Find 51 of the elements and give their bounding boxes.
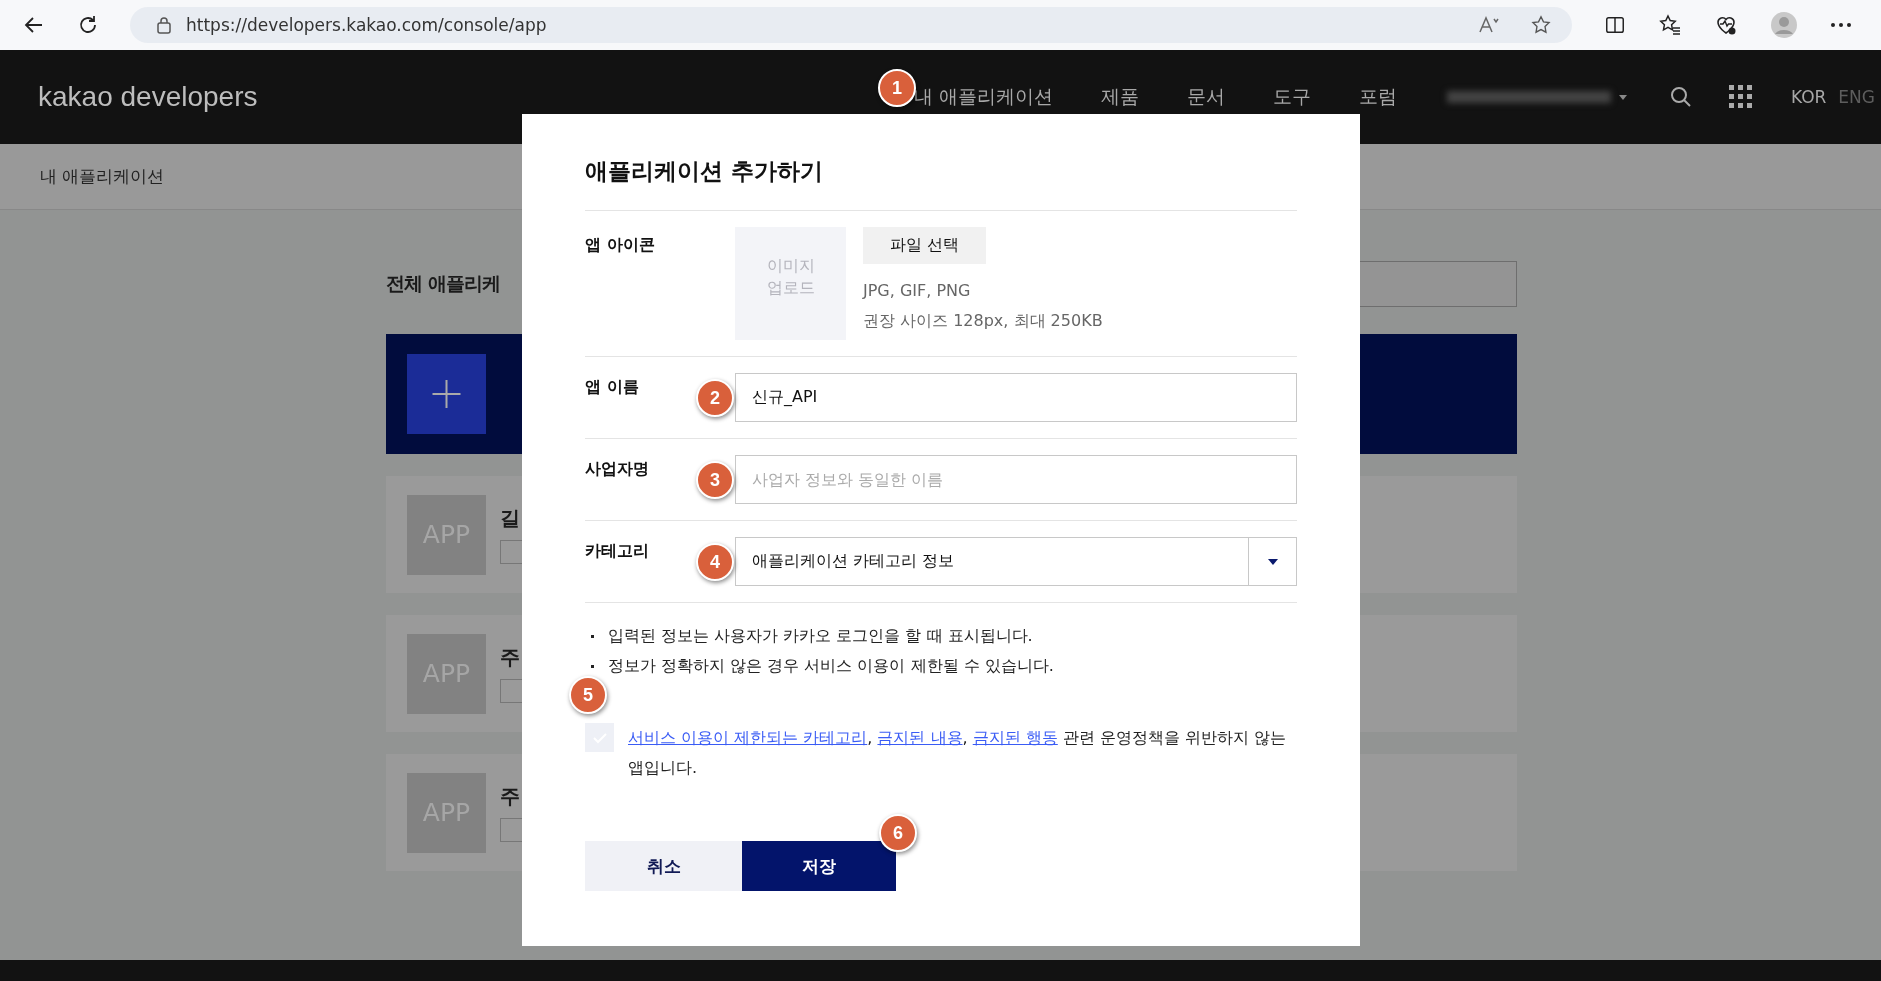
plus-icon — [407, 354, 486, 434]
field-label: 앱 아이콘 — [585, 234, 656, 256]
nav-link[interactable]: 도구 — [1272, 85, 1311, 107]
policy-link[interactable]: 금지된 행동 — [972, 728, 1058, 747]
address-bar[interactable]: https://developers.kakao.com/console/app — [130, 7, 1572, 43]
dialog-title: 애플리케이션 추가하기 — [585, 114, 1297, 211]
app-name: 주 — [500, 644, 521, 671]
input-field[interactable]: 사업자 정보와 동일한 이름 — [735, 455, 1297, 504]
cancel-button[interactable]: 취소 — [585, 841, 742, 891]
step-marker: 5 — [569, 676, 607, 714]
step-marker: 6 — [879, 814, 917, 852]
notice-text: 정보가 정확하지 않은 경우 서비스 이용이 제한될 수 있습니다. — [608, 655, 1054, 677]
favorites-icon[interactable] — [1658, 13, 1682, 37]
app-name: 길 — [500, 505, 521, 532]
caret-icon[interactable] — [1618, 94, 1627, 100]
file-hint: JPG, GIF, PNG — [863, 280, 972, 302]
field-label: 카테고리 — [585, 541, 649, 560]
star-icon[interactable] — [1530, 14, 1552, 36]
policy-link[interactable]: 금지된 내용 — [877, 728, 963, 747]
profile-avatar-icon[interactable] — [1770, 11, 1798, 39]
nav-link[interactable]: 포럼 — [1358, 85, 1397, 107]
app-name: 주 — [500, 783, 521, 810]
search-icon[interactable] — [1668, 85, 1693, 109]
policy-link[interactable]: 서비스 이용이 제한되는 카테고리 — [628, 728, 868, 747]
nav-link[interactable]: 문서 — [1186, 85, 1225, 107]
split-screen-icon[interactable] — [1604, 14, 1626, 36]
nav-link[interactable]: 내 애플리케이션 — [913, 85, 1053, 107]
step-marker: 2 — [696, 379, 734, 417]
field-label: 사업자명 — [585, 459, 649, 478]
step-marker: 3 — [696, 461, 734, 499]
apps-grid-icon[interactable] — [1728, 85, 1753, 109]
url-text: https://developers.kakao.com/console/app — [186, 15, 548, 35]
more-icon[interactable] — [1830, 22, 1852, 28]
page-title: 전체 애플리케 — [386, 271, 500, 296]
step-marker: 1 — [877, 69, 916, 107]
file-hint: 권장 사이즈 128px, 최대 250KB — [863, 310, 1103, 332]
field-label: 앱 이름 — [585, 377, 639, 396]
read-aloud-icon[interactable] — [1478, 15, 1500, 35]
site-logo[interactable]: kakao developers — [38, 81, 258, 113]
nav-link[interactable]: 제품 — [1100, 85, 1139, 107]
input-field[interactable]: 신규_API — [735, 373, 1297, 422]
caret-icon — [1267, 558, 1278, 565]
breadcrumb[interactable]: 내 애플리케이션 — [40, 165, 165, 188]
step-marker: 4 — [696, 543, 734, 581]
language-link[interactable]: KOR — [1790, 87, 1827, 107]
notice-text: 입력된 정보는 사용자가 카카오 로그인을 할 때 표시됩니다. — [608, 625, 1033, 647]
agreement-text: 서비스 이용이 제한되는 카테고리, 금지된 내용, 금지된 행동 관련 운영정책을 위반하지 않는 앱입니다. — [628, 727, 1288, 779]
file-select-button[interactable]: 파일 선택 — [863, 227, 986, 264]
lock-icon[interactable] — [156, 16, 172, 34]
category-dropdown[interactable]: 애플리케이션 카테고리 정보 — [735, 537, 1297, 586]
save-button[interactable]: 저장 — [742, 841, 896, 891]
